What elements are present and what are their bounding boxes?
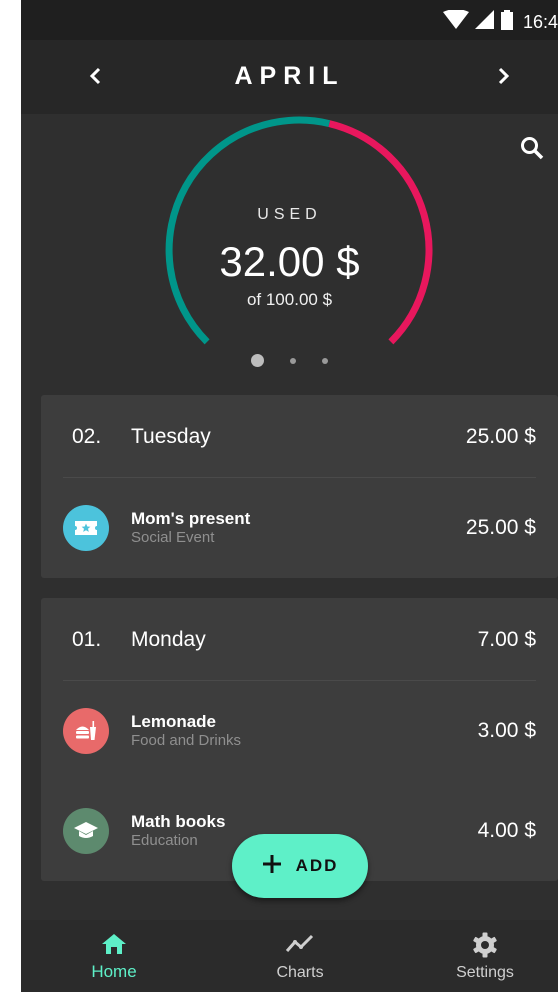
gear-icon [410,932,558,958]
battery-icon [500,10,513,35]
add-expense-button[interactable]: ADD [232,834,368,898]
item-amount: 4.00 $ [477,819,536,842]
item-amount: 25.00 $ [465,516,536,539]
plus-icon [262,854,282,879]
day-number: 02. [72,425,102,448]
nav-home-label: Home [91,962,137,981]
page-dot [290,357,296,364]
item-title: Lemonade [131,712,217,731]
nav-charts[interactable]: Charts [225,932,375,992]
search-icon [520,136,544,165]
next-month-button[interactable] [484,58,524,98]
wifi-icon [442,9,469,35]
gauge-used-label: USED [257,206,322,223]
item-category: Education [131,832,198,849]
app-screen: 16:4 APRIL USED 32.00 $ of 100.00 $ 02. … [21,0,558,992]
day-name: Monday [131,628,206,651]
day-header[interactable]: 02. Tuesday 25.00 $ [41,395,558,477]
item-title: Math books [131,812,226,831]
day-card: 02. Tuesday 25.00 $ Mom's present Social… [41,395,558,578]
day-number: 01. [72,628,102,651]
nav-settings[interactable]: Settings [410,932,558,992]
month-header: APRIL [21,40,558,114]
item-category: Social Event [131,529,215,546]
page-dot-active [251,354,264,367]
expense-item[interactable]: Mom's present Social Event 25.00 $ [41,477,558,577]
search-button[interactable] [514,132,550,168]
month-title: APRIL [234,62,345,90]
bottom-navigation: Home Charts Settings [21,920,558,992]
trending-icon [225,932,375,954]
page-dot [322,357,328,364]
expense-item[interactable]: Lemonade Food and Drinks 3.00 $ [41,680,558,780]
school-icon [63,808,109,854]
nav-charts-label: Charts [276,964,324,981]
status-bar: 16:4 [21,0,558,40]
add-button-label: ADD [295,856,339,875]
chevron-right-icon [497,67,511,90]
day-total: 7.00 $ [477,628,536,651]
page-indicator [21,354,558,367]
gauge-budget-total: of 100.00 $ [246,290,333,309]
home-icon [39,932,189,956]
item-title: Mom's present [131,509,251,528]
day-name: Tuesday [131,425,211,448]
nav-home[interactable]: Home [39,932,189,992]
ticket-icon [63,505,109,551]
nav-settings-label: Settings [456,964,514,981]
item-category: Food and Drinks [131,732,242,749]
day-total: 25.00 $ [465,425,536,448]
budget-gauge[interactable]: USED 32.00 $ of 100.00 $ [21,114,558,394]
day-header[interactable]: 01. Monday 7.00 $ [41,598,558,680]
signal-icon [474,10,495,35]
status-time: 16:4 [522,12,558,32]
fastfood-icon [63,708,109,754]
status-icons: 16:4 [442,9,558,35]
item-amount: 3.00 $ [477,719,536,742]
gauge-used-amount: 32.00 $ [219,238,360,285]
